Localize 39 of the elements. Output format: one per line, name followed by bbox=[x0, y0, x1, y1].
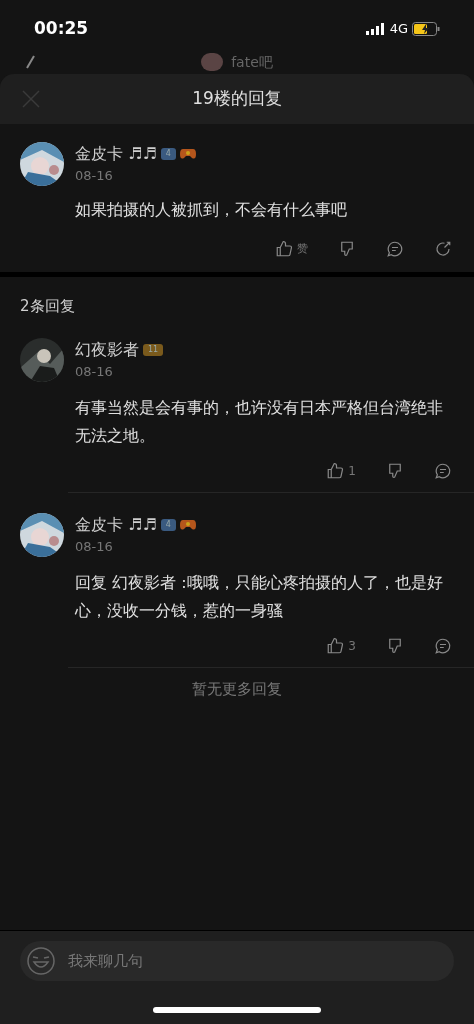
forum-title: fate吧 bbox=[231, 52, 273, 72]
replies-count: 2条回复 bbox=[19, 296, 76, 317]
thumbs-down-icon[interactable] bbox=[386, 636, 404, 655]
thumbs-down-icon[interactable] bbox=[338, 240, 356, 258]
reply-text: 有事当然是会有事的，也许没有日本严格但台湾绝非无法之地。 bbox=[75, 396, 444, 447]
forum-avatar bbox=[201, 53, 224, 71]
end-note: 暂无更多回复 bbox=[192, 678, 282, 700]
reply-text: 回复 幻夜影者 :哦哦，只能心疼拍摄的人了，也是好心，没收一分钱，惹的一身骚 bbox=[75, 571, 444, 622]
avatar[interactable] bbox=[20, 337, 64, 382]
like-label[interactable]: 赞 bbox=[297, 240, 308, 258]
network-label: 4G bbox=[389, 20, 408, 39]
post-text: 如果拍摄的人被抓到，不会有什么事吧 bbox=[75, 199, 348, 221]
avatar[interactable] bbox=[20, 142, 64, 186]
share-icon[interactable] bbox=[434, 240, 452, 258]
post-date: 08-16 bbox=[75, 167, 114, 185]
reply-date: 08-16 bbox=[75, 362, 114, 381]
comment-icon[interactable] bbox=[386, 240, 404, 258]
signal-icon bbox=[365, 23, 386, 35]
level-badge: 4 bbox=[160, 148, 176, 160]
username[interactable]: 幻夜影者 bbox=[75, 337, 139, 362]
username[interactable]: 金皮卡 ♬♬ bbox=[75, 512, 157, 537]
comment-icon[interactable] bbox=[434, 636, 452, 655]
comment-icon[interactable] bbox=[434, 461, 452, 480]
thumbs-up-icon[interactable] bbox=[275, 240, 293, 258]
like-count: 3 bbox=[348, 637, 356, 655]
thumbs-up-icon[interactable] bbox=[326, 461, 345, 480]
level-badge: 4 bbox=[160, 518, 176, 531]
avatar[interactable] bbox=[20, 512, 64, 557]
battery-icon bbox=[412, 22, 440, 36]
like-count: 1 bbox=[348, 462, 356, 480]
thumbs-up-icon[interactable] bbox=[326, 636, 345, 655]
reply-date: 08-16 bbox=[75, 537, 114, 556]
username[interactable]: 金皮卡 ♬♬ bbox=[75, 142, 157, 166]
emoji-icon[interactable] bbox=[26, 946, 56, 976]
thumbs-down-icon[interactable] bbox=[386, 461, 404, 480]
back-icon[interactable] bbox=[24, 55, 36, 69]
sheet-title: 19楼的回复 bbox=[192, 87, 282, 111]
level-badge: 11 bbox=[143, 343, 164, 356]
status-time: 00:25 bbox=[34, 17, 89, 41]
